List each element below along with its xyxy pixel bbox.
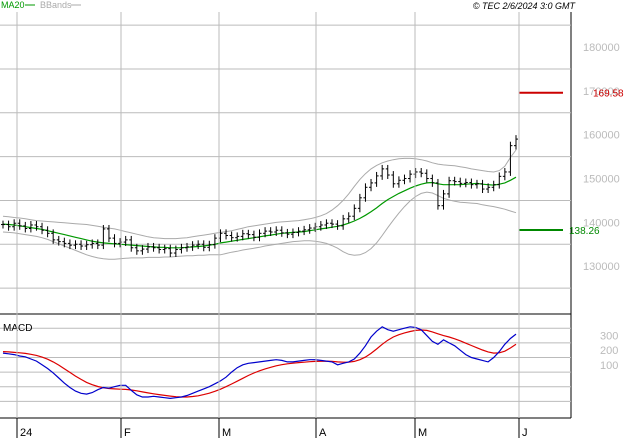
price-gridlines [0, 24, 571, 289]
month-label: M [418, 427, 427, 439]
macd-tick-label: 300 [600, 331, 618, 343]
ma20-legend-label: MA20 [1, 0, 25, 10]
macd-line [2, 326, 517, 400]
macd-gridlines [0, 327, 571, 402]
bband-lower-line [2, 191, 517, 260]
month-label: F [124, 427, 131, 439]
support-label: 138.26 [569, 226, 600, 237]
macd-title: MACD [3, 323, 32, 334]
bollinger-bands [2, 149, 517, 260]
month-label: 24 [20, 427, 32, 439]
macd-lines [2, 326, 517, 400]
bbands-legend-label: BBands [40, 0, 72, 10]
price-tick-labels: 130000140000150000160000170000180000 [583, 42, 620, 273]
support-resistance-levels: 169.58 138.26 [519, 89, 624, 237]
price-tick-label: 150000 [583, 174, 620, 186]
month-label: M [222, 427, 231, 439]
macd-panel: 100 200 300 MACD [0, 323, 618, 402]
macd-tick-label: 100 [600, 360, 618, 372]
price-tick-label: 130000 [583, 261, 620, 273]
resistance-label: 169.58 [593, 89, 624, 100]
chart-canvas: 130000140000150000160000170000180000 169… [0, 0, 624, 439]
month-label: J [522, 427, 528, 439]
bband-upper-line [2, 149, 517, 240]
macd-tick-label: 200 [600, 345, 618, 357]
month-label: A [319, 427, 327, 439]
copyright-timestamp: © TEC 2/6/2024 3:0 GMT [473, 1, 577, 11]
price-tick-label: 160000 [583, 130, 620, 142]
price-tick-label: 180000 [583, 42, 620, 54]
price-bars [1, 135, 518, 257]
macd-tick-labels: 100 200 300 [600, 331, 618, 372]
